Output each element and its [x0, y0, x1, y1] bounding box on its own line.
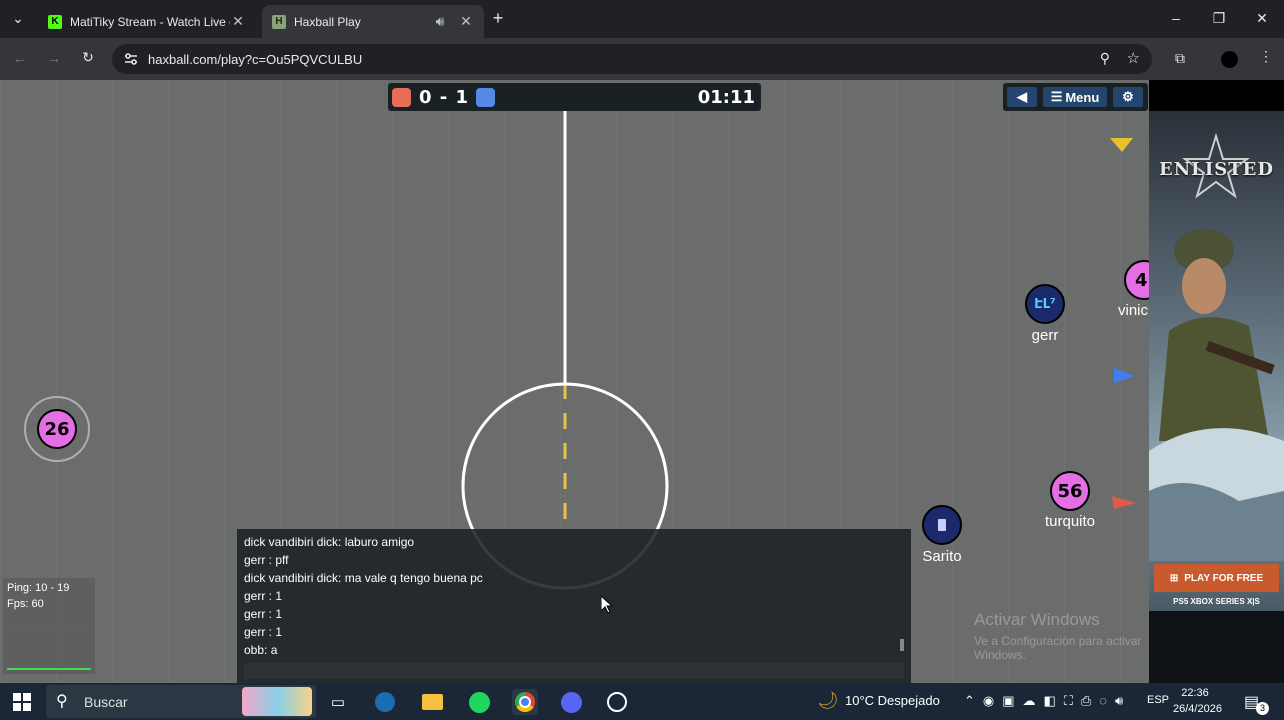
moon-weather-icon: 🌙︎	[817, 691, 839, 710]
match-timer: 01:11	[697, 87, 755, 108]
scoreboard: 0 - 1 01:11	[388, 83, 761, 111]
file-explorer-icon[interactable]	[419, 689, 445, 715]
gear-icon: ⚙	[1122, 89, 1134, 104]
search-highlight-image	[242, 687, 312, 716]
tab-matitiky-stream[interactable]: K MatiTiky Stream - Watch Live o ✕	[38, 5, 256, 38]
tab-close-icon[interactable]: ✕	[230, 13, 246, 30]
player-26: 26	[37, 409, 77, 449]
score: 0 - 1	[419, 87, 470, 108]
chat-message: dick vandibiri dick: laburo amigo	[244, 535, 415, 549]
extensions-icon[interactable]: ⧉	[1170, 50, 1190, 67]
kick-favicon-icon: K	[48, 14, 62, 29]
ping-panel: Ping: 10 - 19 Fps: 60	[3, 578, 95, 674]
player-name-vinic: vinic	[1118, 302, 1149, 319]
offscreen-red-marker	[1112, 496, 1136, 509]
chat-panel: dick vandibiri dick: laburo amigo gerr :…	[237, 529, 911, 683]
player-turquito: 56	[1050, 471, 1090, 511]
tab-strip: ⌄ K MatiTiky Stream - Watch Live o ✕ H H…	[0, 0, 1284, 38]
game-top-menu: ◀ ☰ Menu ⚙	[1003, 83, 1148, 111]
site-settings-icon[interactable]	[124, 52, 138, 66]
discord-icon[interactable]	[558, 689, 584, 715]
steam-icon[interactable]	[372, 689, 398, 715]
fps-text: Fps: 60	[7, 598, 44, 610]
ad-cta-label: PLAY FOR FREE	[1184, 572, 1264, 584]
tab-search-button[interactable]: ⌄	[8, 10, 28, 27]
windows-logo-icon: ⊞	[1169, 572, 1179, 584]
chat-message: gerr : 1	[244, 625, 283, 639]
profile-avatar[interactable]	[1221, 51, 1238, 68]
chrome-icon[interactable]	[512, 689, 538, 715]
chat-message: gerr : pff	[244, 553, 289, 567]
task-view-icon[interactable]: ▭	[325, 689, 351, 715]
search-icon: ⚲	[56, 693, 68, 710]
windows-taskbar: ⚲ Buscar ▭ 🌙︎ 10°C Despejado ⌃◉▣☁◧⛶⎙◌🔊︎ …	[0, 683, 1284, 720]
haxball-game-canvas[interactable]: 0 - 1 01:11 ◀ ☰ Menu ⚙ 26 56 turquito 4 …	[0, 80, 1149, 683]
new-tab-button[interactable]: +	[488, 8, 508, 29]
blue-team-indicator	[476, 88, 495, 107]
forward-arrow-icon[interactable]: →	[44, 50, 64, 66]
ping-text: Ping: 10 - 19	[7, 582, 70, 594]
activate-windows-subtitle: Ve a Configuración para activar Windows.	[974, 634, 1142, 662]
offscreen-yellow-marker	[1110, 138, 1133, 152]
red-team-indicator	[392, 88, 411, 107]
chat-input[interactable]	[244, 663, 904, 679]
reload-icon[interactable]: ↻	[78, 49, 98, 66]
settings-button[interactable]: ⚙	[1113, 87, 1143, 107]
browser-toolbar: ← → ↻ haxball.com/play?c=Ou5PQVCULBU ⚲ ☆…	[0, 38, 1284, 80]
system-tray-icons[interactable]: ⌃◉▣☁◧⛶⎙◌🔊︎	[964, 693, 1131, 709]
hamburger-icon: ☰	[1050, 89, 1063, 104]
haxball-favicon-icon: H	[272, 14, 286, 29]
chat-message: dick vandibiri dick: ma vale q tengo bue…	[244, 571, 483, 585]
zoom-icon[interactable]: ⚲	[1100, 50, 1110, 67]
tab-title: Haxball Play	[294, 14, 361, 29]
obs-icon[interactable]	[604, 689, 630, 715]
windows-start-icon	[13, 693, 31, 711]
taskbar-clock[interactable]: 22:36 26/4/2026	[1173, 685, 1222, 717]
ad-platforms: PS5 XBOX SERIES X|S	[1173, 597, 1260, 606]
ping-graph	[7, 668, 91, 670]
language-indicator[interactable]: ESP	[1147, 694, 1169, 706]
speaker-icon: ◀	[1017, 89, 1027, 104]
offscreen-blue-marker	[1114, 368, 1135, 383]
menu-label: Menu	[1065, 89, 1100, 105]
weather-text[interactable]: 10°C Despejado	[845, 693, 940, 708]
player-name-sarito: Sarito	[922, 548, 962, 565]
player-sarito	[922, 505, 962, 545]
minimize-button[interactable]: –	[1166, 10, 1186, 26]
enlisted-ad[interactable]: ENLISTED ⊞ PLAY FOR FREE PS5 XBOX SERIES…	[1149, 111, 1284, 683]
chat-scrollbar[interactable]	[900, 639, 904, 651]
tab-title: MatiTiky Stream - Watch Live o	[70, 14, 230, 29]
ad-logo: ENLISTED	[1159, 159, 1274, 180]
back-arrow-icon[interactable]: ←	[10, 50, 30, 66]
search-placeholder: Buscar	[84, 694, 128, 710]
sound-toggle-button[interactable]: ◀	[1007, 87, 1037, 107]
clock-time: 22:36	[1181, 687, 1209, 699]
taskbar-search[interactable]: ⚲ Buscar	[46, 685, 316, 718]
start-button[interactable]	[9, 689, 35, 715]
notification-count-badge: 3	[1256, 702, 1269, 715]
chat-message: gerr : 1	[244, 589, 283, 603]
phone-avatar-icon	[938, 519, 946, 531]
address-bar[interactable]: haxball.com/play?c=Ou5PQVCULBU ⚲ ☆	[112, 44, 1152, 74]
player-gerr: ԷԼ⁷	[1025, 284, 1065, 324]
tab-haxball-play[interactable]: H Haxball Play 🔊︎ ✕	[262, 5, 484, 38]
mouse-cursor-icon	[601, 596, 613, 614]
spotify-icon[interactable]	[466, 689, 492, 715]
url-text: haxball.com/play?c=Ou5PQVCULBU	[148, 51, 363, 67]
activate-windows-title: Activar Windows	[974, 610, 1100, 629]
chat-message: obb: a	[244, 643, 278, 657]
chrome-menu-icon[interactable]: ⋮	[1256, 48, 1276, 65]
player-name-gerr: gerr	[1031, 327, 1059, 344]
tab-audio-icon[interactable]: 🔊︎	[432, 13, 448, 30]
player-name-turquito: turquito	[1044, 513, 1096, 530]
tab-close-icon[interactable]: ✕	[458, 13, 474, 30]
bookmark-star-icon[interactable]: ☆	[1127, 49, 1140, 67]
clock-date: 26/4/2026	[1173, 703, 1222, 715]
maximize-button[interactable]: ❐	[1209, 10, 1229, 27]
chat-message: gerr : 1	[244, 607, 283, 621]
menu-button[interactable]: ☰ Menu	[1043, 87, 1107, 107]
close-window-button[interactable]: ✕	[1252, 10, 1272, 27]
ad-top-strip	[1149, 80, 1284, 111]
ad-play-for-free-button[interactable]: ⊞ PLAY FOR FREE	[1154, 564, 1279, 592]
